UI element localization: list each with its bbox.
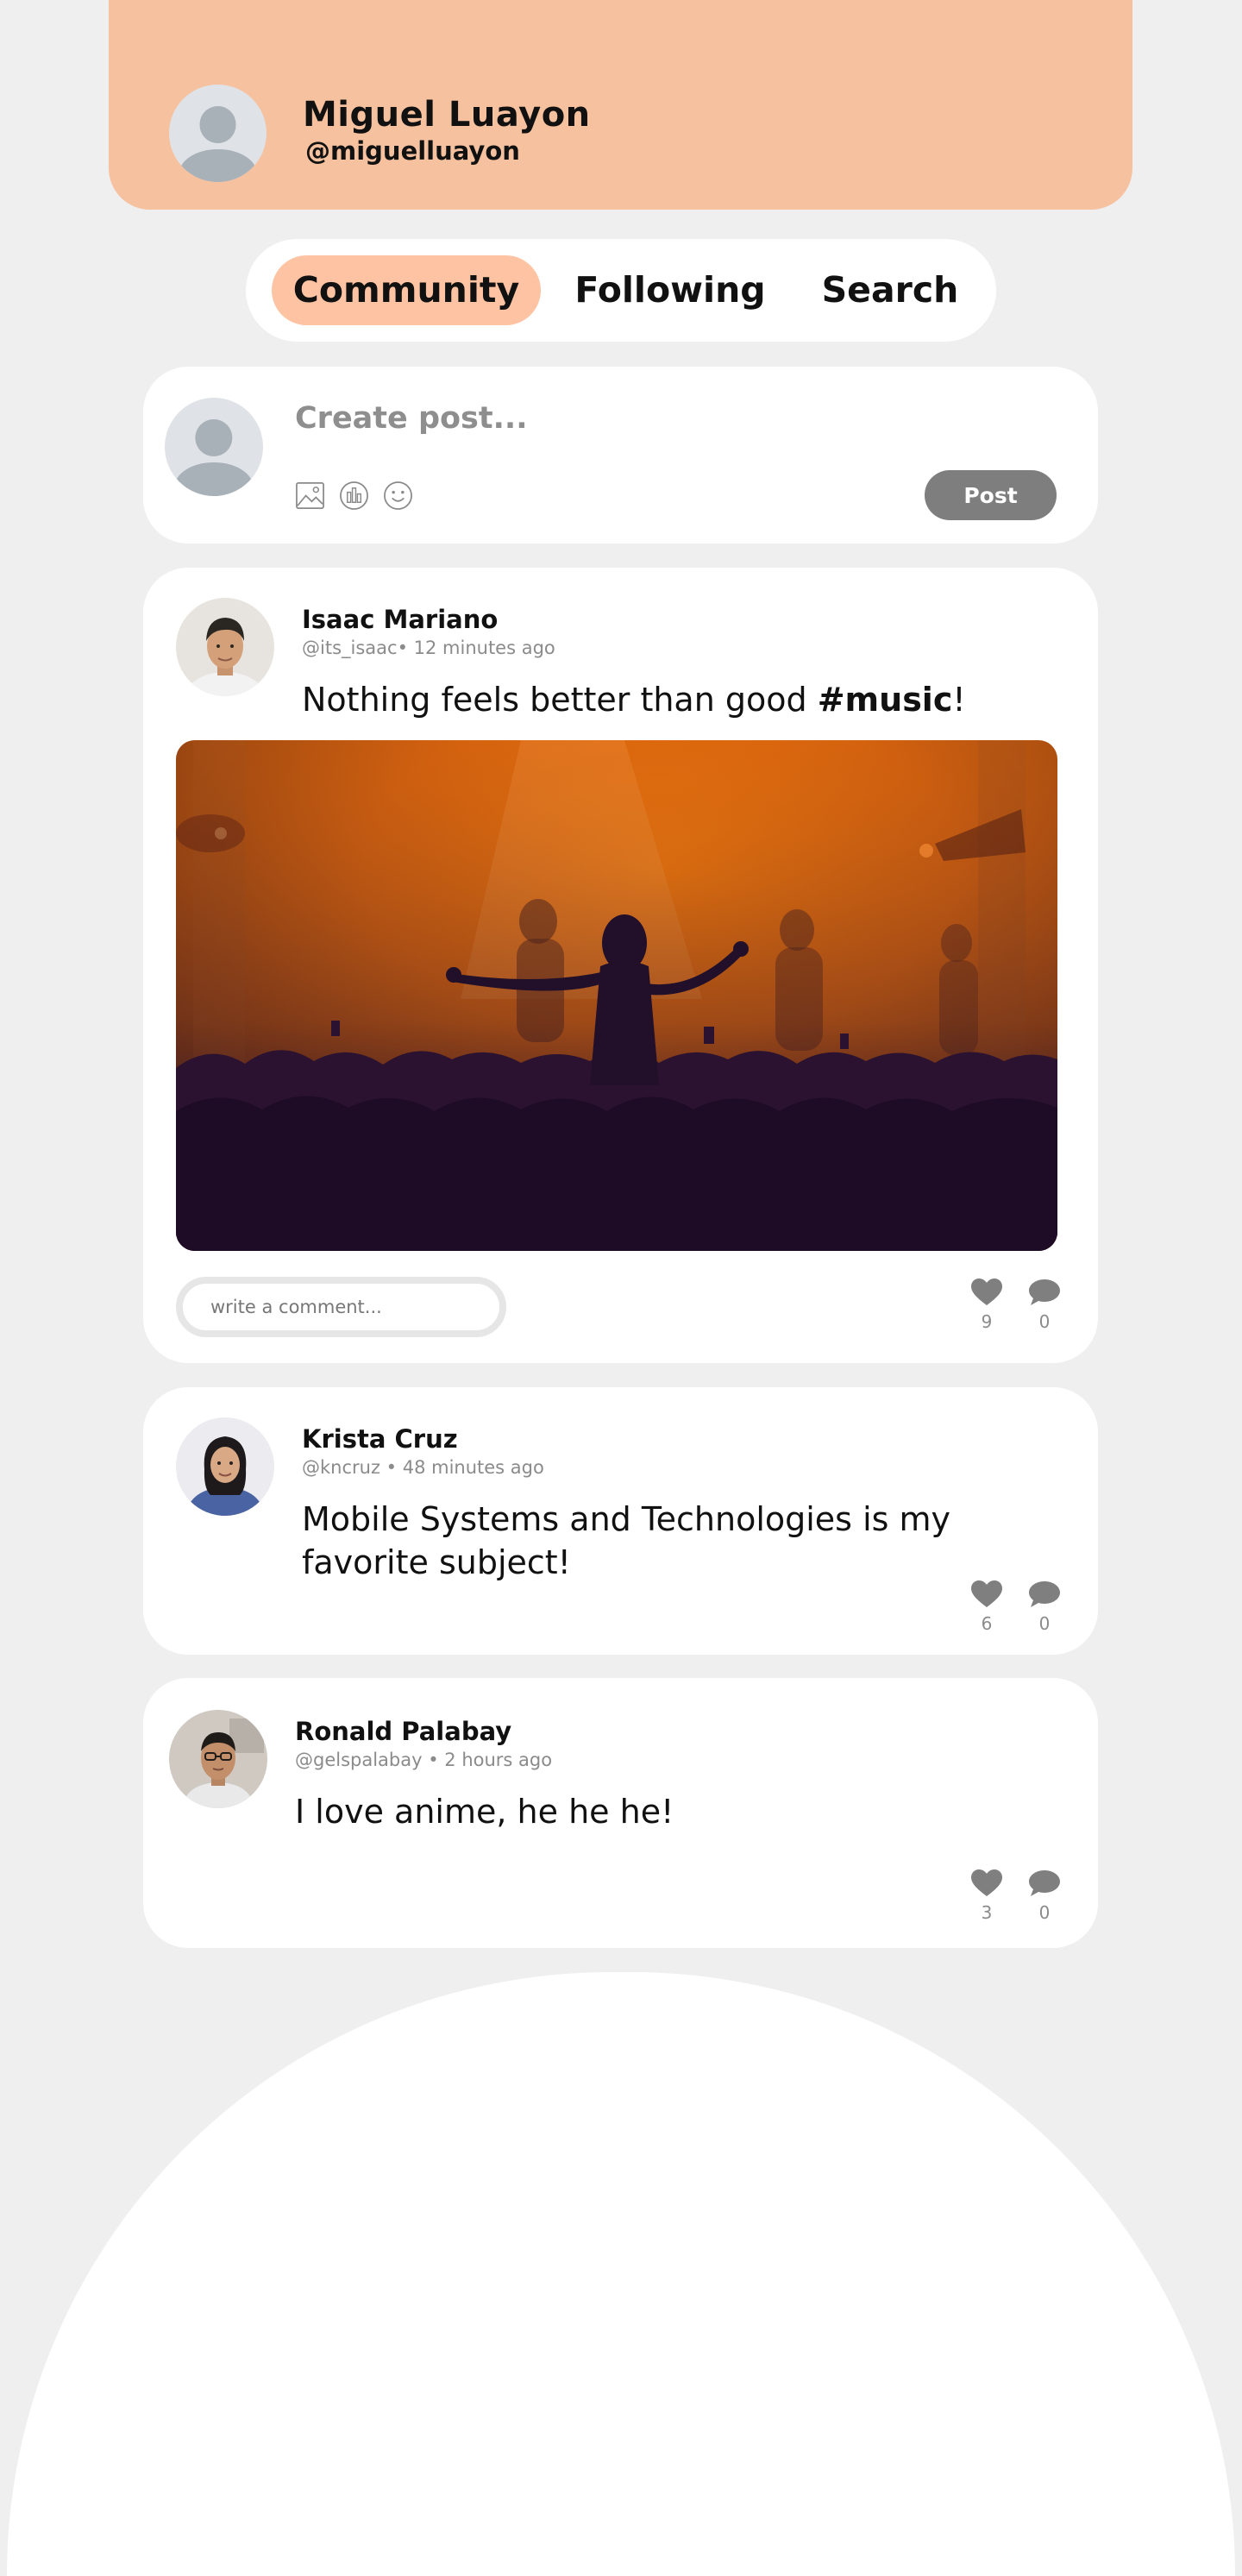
poll-icon[interactable]: [339, 481, 369, 511]
post-image[interactable]: [176, 740, 1057, 1251]
comment-input[interactable]: [176, 1277, 506, 1337]
profile-handle: @miguelluayon: [305, 136, 520, 166]
composer-tools: [295, 481, 413, 511]
comment-count: 0: [1038, 1311, 1051, 1332]
author-name[interactable]: Krista Cruz: [302, 1424, 458, 1454]
post-text: Nothing feels better than good #music!: [302, 681, 966, 719]
tab-following[interactable]: Following: [567, 255, 774, 325]
comment-button[interactable]: 0: [1027, 1580, 1062, 1634]
post-meta: @kncruz • 48 minutes ago: [302, 1457, 544, 1478]
create-post-card: Create post... Post: [143, 367, 1098, 543]
like-count: 6: [981, 1613, 993, 1634]
composer-avatar: [165, 398, 263, 496]
post-card: Isaac Mariano @its_isaac• 12 minutes ago…: [143, 568, 1098, 1363]
post-meta: @gelspalabay • 2 hours ago: [295, 1750, 552, 1770]
author-avatar[interactable]: [169, 1710, 267, 1808]
create-post-input[interactable]: Create post...: [295, 401, 528, 436]
emoji-icon[interactable]: [383, 481, 413, 511]
comment-icon: [1029, 1581, 1060, 1607]
post-time: • 2 hours ago: [422, 1750, 553, 1770]
comment-count: 0: [1038, 1902, 1051, 1923]
post-card: Krista Cruz @kncruz • 48 minutes ago Mob…: [143, 1387, 1098, 1655]
post-button[interactable]: Post: [925, 470, 1057, 520]
post-time: • 48 minutes ago: [380, 1457, 544, 1478]
tab-search[interactable]: Search: [808, 255, 972, 325]
profile-avatar[interactable]: [169, 85, 267, 182]
like-button[interactable]: 9: [969, 1279, 1004, 1332]
author-name[interactable]: Isaac Mariano: [302, 605, 498, 634]
author-handle[interactable]: @kncruz: [302, 1457, 380, 1478]
post-card: Ronald Palabay @gelspalabay • 2 hours ag…: [143, 1678, 1098, 1948]
post-time: • 12 minutes ago: [397, 638, 555, 658]
tab-community[interactable]: Community: [272, 255, 541, 325]
author-handle[interactable]: @its_isaac: [302, 638, 398, 658]
like-count: 9: [981, 1311, 993, 1332]
heart-icon: [971, 1869, 1002, 1896]
author-name[interactable]: Ronald Palabay: [295, 1717, 511, 1746]
heart-icon: [971, 1580, 1002, 1607]
comment-button[interactable]: 0: [1027, 1279, 1062, 1332]
author-handle[interactable]: @gelspalabay: [295, 1750, 423, 1770]
profile-name: Miguel Luayon: [303, 95, 591, 135]
post-meta: @its_isaac• 12 minutes ago: [302, 638, 555, 658]
profile-header: Miguel Luayon @miguelluayon: [109, 0, 1132, 210]
author-avatar[interactable]: [176, 598, 274, 696]
hashtag-link[interactable]: #music: [818, 681, 953, 719]
comment-button[interactable]: 0: [1027, 1869, 1062, 1923]
feed-tabs: Community Following Search: [246, 239, 996, 342]
like-button[interactable]: 3: [969, 1869, 1004, 1923]
post-text: Mobile Systems and Technologies is my fa…: [302, 1500, 951, 1581]
comment-count: 0: [1038, 1613, 1051, 1634]
comment-icon: [1029, 1279, 1060, 1305]
image-icon[interactable]: [295, 481, 325, 511]
author-avatar[interactable]: [176, 1417, 274, 1516]
comment-icon: [1029, 1870, 1060, 1896]
post-text: I love anime, he he he!: [295, 1793, 674, 1831]
bottom-panel: [7, 1972, 1235, 2576]
like-button[interactable]: 6: [969, 1580, 1004, 1634]
heart-icon: [971, 1279, 1002, 1305]
like-count: 3: [981, 1902, 993, 1923]
